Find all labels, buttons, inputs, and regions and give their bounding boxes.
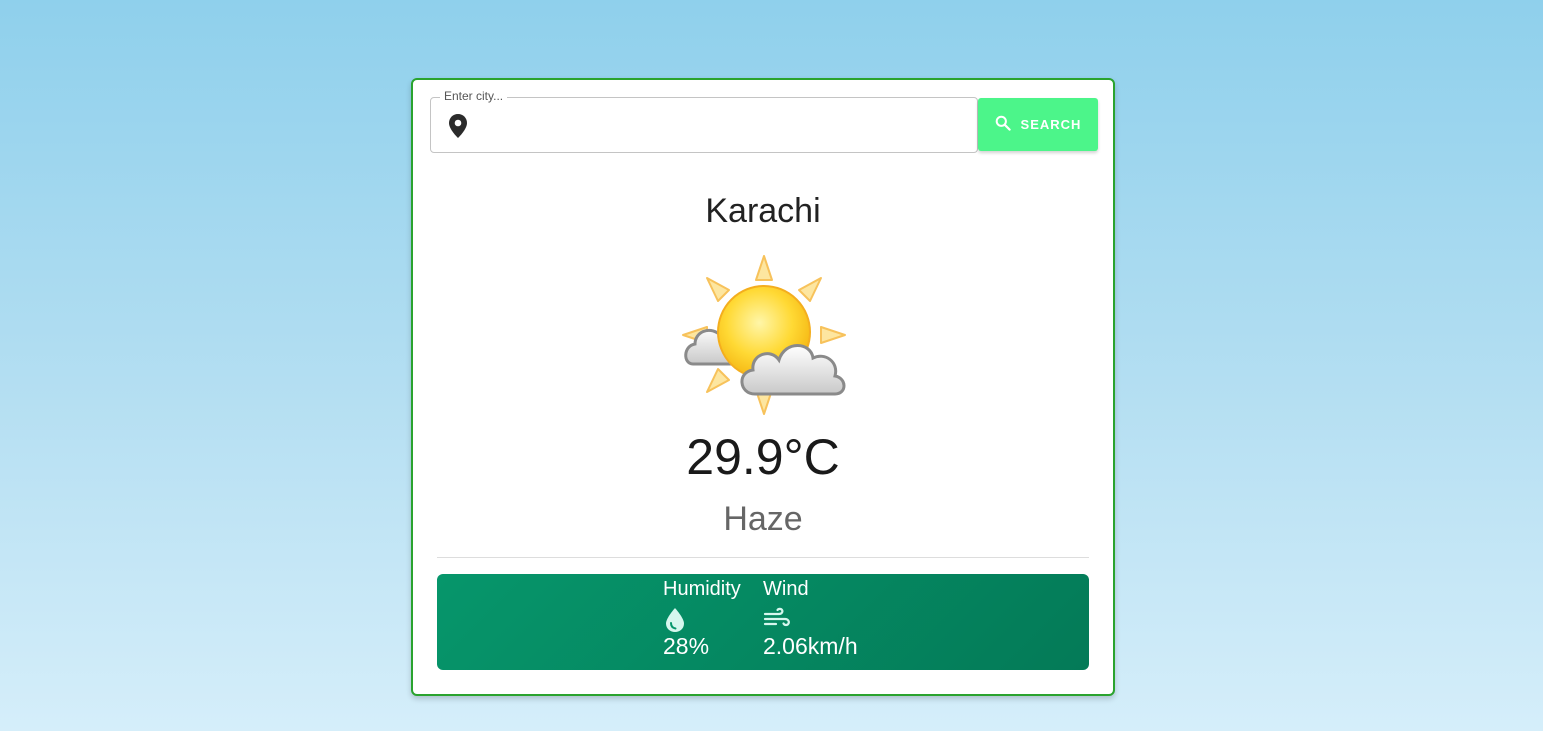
wind-value: 2.06km/h: [763, 633, 858, 659]
search-bar: Enter city... SEARCH: [430, 89, 1098, 153]
humidity-stat: Humidity 28%: [663, 578, 741, 660]
weather-condition: Haze: [723, 500, 803, 538]
temperature: 29.9°C: [686, 429, 840, 485]
wind-icon: [763, 607, 858, 633]
location-pin-icon: [448, 114, 468, 138]
search-icon: [995, 115, 1011, 134]
search-button-label: SEARCH: [1020, 117, 1082, 132]
city-field-label: Enter city...: [440, 89, 508, 103]
weather-card: Enter city... SEARCH Karachi 29.9°C Haze…: [411, 78, 1115, 696]
weather-stats-panel: Humidity 28% Wind 2.06km/h: [437, 574, 1089, 670]
city-name: Karachi: [705, 192, 821, 230]
humidity-value: 28%: [663, 633, 710, 659]
water-drop-icon: [663, 607, 741, 633]
wind-stat: Wind 2.06km/h: [763, 578, 858, 660]
search-button[interactable]: SEARCH: [978, 98, 1098, 151]
city-field[interactable]: Enter city...: [430, 89, 978, 153]
wind-label: Wind: [763, 578, 809, 600]
humidity-label: Humidity: [663, 578, 741, 600]
city-input[interactable]: [479, 106, 969, 146]
partly-cloudy-sun-icon: [679, 252, 849, 422]
divider: [437, 557, 1089, 558]
